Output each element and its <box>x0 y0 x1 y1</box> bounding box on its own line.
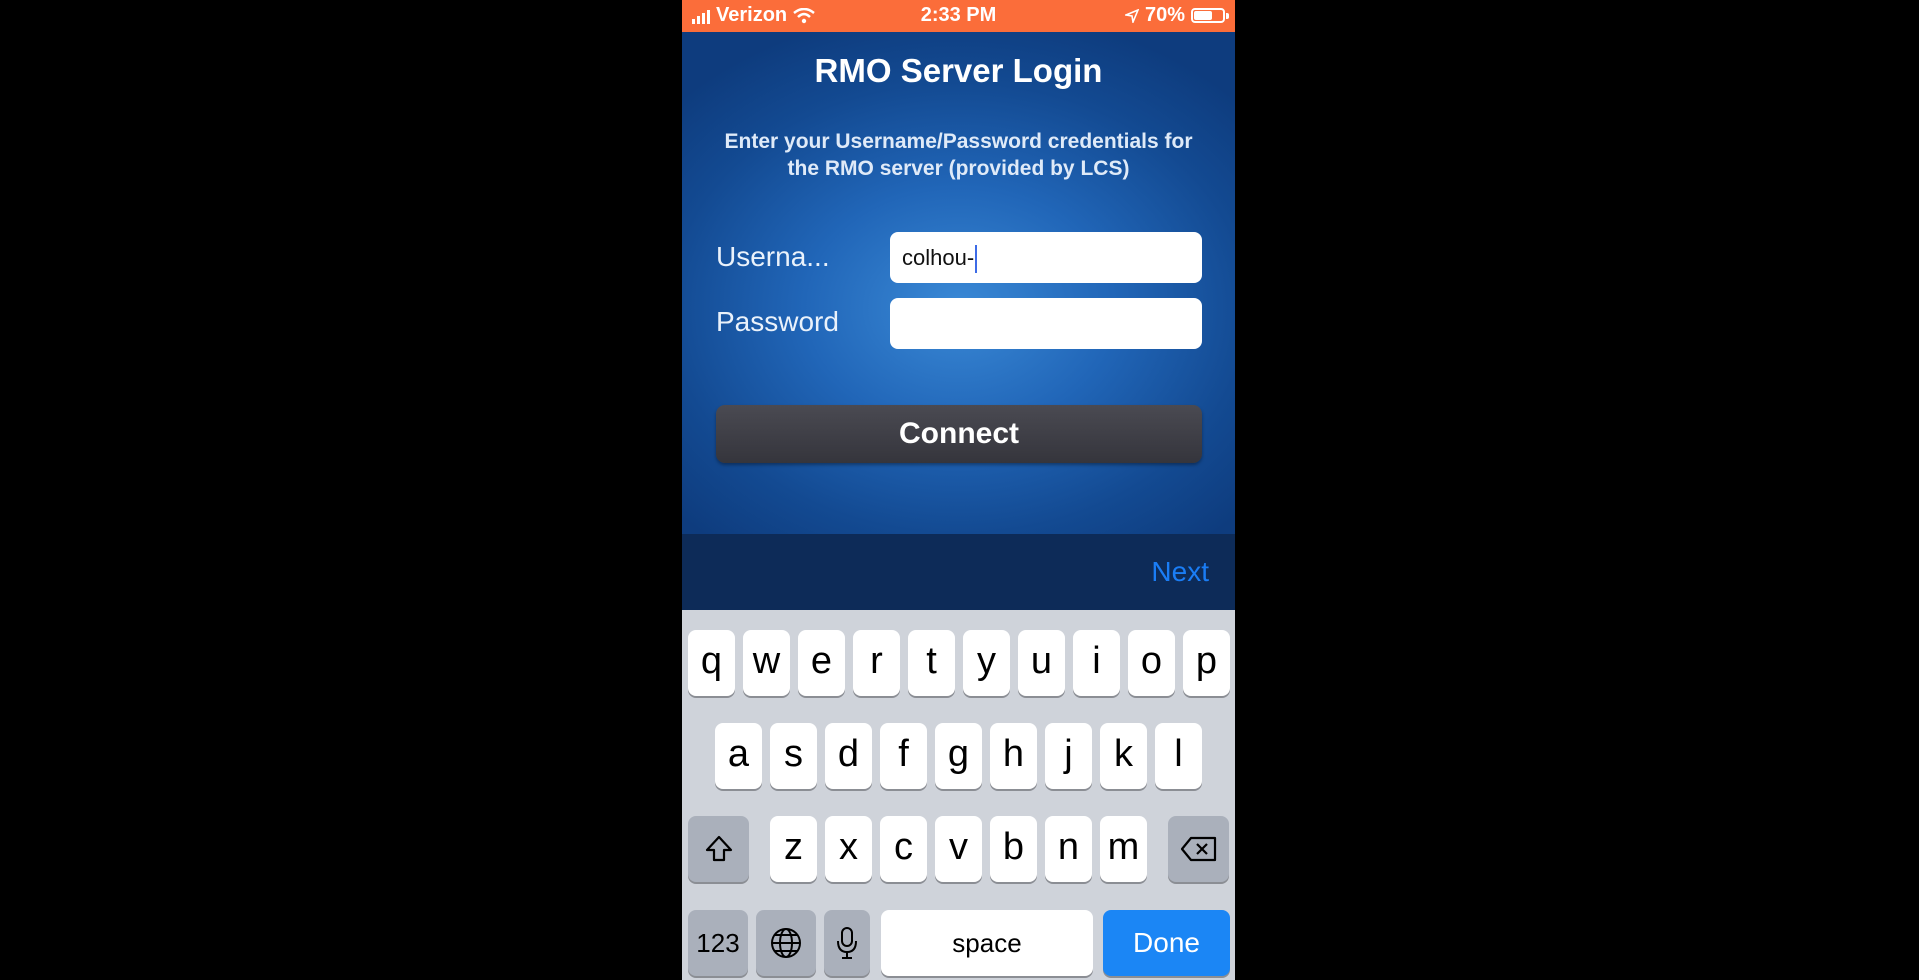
login-instructions: Enter your Username/Password credentials… <box>724 130 1193 180</box>
key-z[interactable]: z <box>770 816 817 882</box>
username-label: Userna... <box>716 241 830 272</box>
key-i[interactable]: i <box>1073 630 1120 696</box>
key-g[interactable]: g <box>935 723 982 789</box>
space-key[interactable]: space <box>881 910 1093 976</box>
next-button[interactable]: Next <box>1151 556 1209 588</box>
password-label: Password <box>716 306 839 337</box>
key-u[interactable]: u <box>1018 630 1065 696</box>
backspace-key[interactable] <box>1168 816 1229 882</box>
status-bar: Verizon 2:33 PM 70% <box>682 0 1235 32</box>
dictation-key[interactable] <box>824 910 870 976</box>
keyboard: q w e r t y u i o p a s d f g h j k l z … <box>682 610 1235 980</box>
battery-percent: 70% <box>1144 4 1185 26</box>
key-s[interactable]: s <box>770 723 817 789</box>
key-v[interactable]: v <box>935 816 982 882</box>
shift-arrow-icon <box>705 835 732 862</box>
backspace-icon <box>1180 836 1216 862</box>
key-q[interactable]: q <box>688 630 735 696</box>
login-panel: RMO Server Login Enter your Username/Pas… <box>682 32 1235 534</box>
key-j[interactable]: j <box>1045 723 1092 789</box>
username-value: colhou- <box>902 245 975 270</box>
key-l[interactable]: l <box>1155 723 1202 789</box>
text-caret <box>975 245 978 274</box>
key-r[interactable]: r <box>853 630 900 696</box>
battery-icon <box>1191 8 1229 23</box>
key-n[interactable]: n <box>1045 816 1092 882</box>
key-k[interactable]: k <box>1100 723 1147 789</box>
status-right: 70% <box>1124 4 1229 27</box>
username-field[interactable]: colhou- <box>890 232 1202 283</box>
key-c[interactable]: c <box>880 816 927 882</box>
key-m[interactable]: m <box>1100 816 1147 882</box>
page-title: RMO Server Login <box>814 52 1103 89</box>
shift-key[interactable] <box>688 816 749 882</box>
microphone-icon <box>837 927 857 959</box>
location-arrow-icon <box>1124 8 1139 23</box>
phone-screen: Verizon 2:33 PM 70% RMO Server Login Ent… <box>682 0 1235 980</box>
key-d[interactable]: d <box>825 723 872 789</box>
connect-button[interactable]: Connect <box>716 405 1202 463</box>
key-t[interactable]: t <box>908 630 955 696</box>
key-b[interactable]: b <box>990 816 1037 882</box>
numbers-key[interactable]: 123 <box>688 910 748 976</box>
key-p[interactable]: p <box>1183 630 1230 696</box>
globe-key[interactable] <box>756 910 816 976</box>
key-x[interactable]: x <box>825 816 872 882</box>
key-w[interactable]: w <box>743 630 790 696</box>
key-y[interactable]: y <box>963 630 1010 696</box>
key-a[interactable]: a <box>715 723 762 789</box>
key-o[interactable]: o <box>1128 630 1175 696</box>
done-key[interactable]: Done <box>1103 910 1230 976</box>
key-f[interactable]: f <box>880 723 927 789</box>
key-h[interactable]: h <box>990 723 1037 789</box>
keyboard-accessory-bar: Next <box>682 534 1235 610</box>
password-field[interactable] <box>890 298 1202 349</box>
globe-icon <box>771 928 801 958</box>
key-e[interactable]: e <box>798 630 845 696</box>
